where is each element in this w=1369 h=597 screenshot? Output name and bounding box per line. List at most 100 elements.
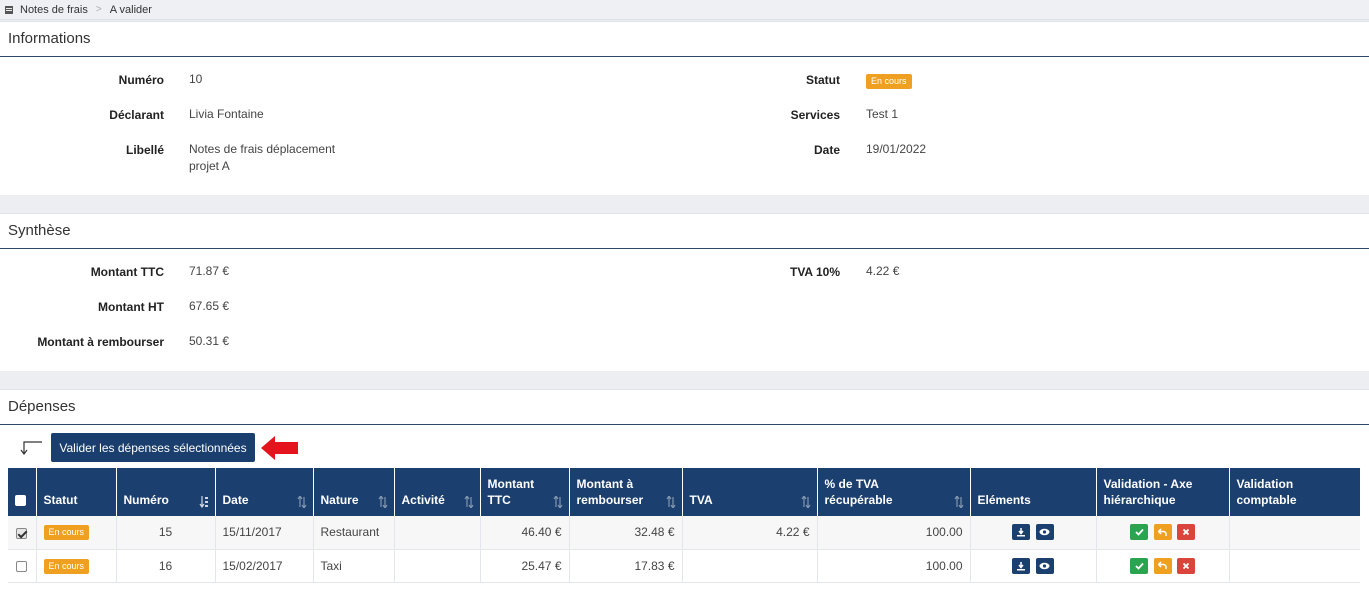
col-activite-label: Activité xyxy=(401,493,445,507)
col-nature[interactable]: Nature xyxy=(313,468,395,516)
download-icon[interactable] xyxy=(1012,524,1031,541)
close-icon[interactable] xyxy=(1176,524,1195,541)
red-arrow-icon xyxy=(261,436,298,460)
row-ttc: 46.40 € xyxy=(480,516,570,550)
declarant-label: Déclarant xyxy=(109,108,164,122)
col-remb-line2: rembourser xyxy=(576,493,644,507)
breadcrumb-item-current: A valider xyxy=(109,3,152,16)
row-rembourser: 32.48 € xyxy=(569,516,683,550)
declarant-value: Livia Fontaine xyxy=(189,107,264,121)
row-elements xyxy=(970,516,1097,550)
depenses-panel: Dépenses Valider les dépenses sélectionn… xyxy=(0,389,1369,597)
row-statut-cell: En cours xyxy=(36,549,117,583)
status-badge: En cours xyxy=(43,525,90,541)
row-numero: 16 xyxy=(116,549,216,583)
valider-depenses-button[interactable]: Valider les dépenses sélectionnées xyxy=(51,433,255,462)
row-validation-hierarchique xyxy=(1096,549,1230,583)
row-pct: 100.00 xyxy=(817,516,971,550)
col-pct-line1: % de TVA xyxy=(824,477,879,491)
tva-value: 4.22 € xyxy=(866,264,900,278)
undo-icon[interactable] xyxy=(1153,524,1172,541)
row-statut-cell: En cours xyxy=(36,516,117,550)
select-all-header xyxy=(8,468,37,516)
col-validation-hierarchique: Validation - Axe hiérarchique xyxy=(1096,468,1230,516)
col-montant-ttc[interactable]: Montant TTC xyxy=(480,468,570,516)
col-tva[interactable]: TVA xyxy=(682,468,818,516)
libelle-line2: projet A xyxy=(189,159,230,173)
libelle-value: Notes de frais déplacement projet A xyxy=(189,141,335,175)
col-statut: Statut xyxy=(36,468,117,516)
col-activite[interactable]: Activité xyxy=(394,468,481,516)
row-date: 15/02/2017 xyxy=(215,549,314,583)
col-montant-rembourser[interactable]: Montant à rembourser xyxy=(569,468,683,516)
date-label: Date xyxy=(813,143,840,157)
numero-value: 10 xyxy=(189,72,203,86)
table-row: En cours 15 15/11/2017 Restaurant 46.40 … xyxy=(8,516,1360,550)
row-checkbox[interactable] xyxy=(16,560,28,572)
row-validation-hierarchique xyxy=(1096,516,1230,550)
col-date[interactable]: Date xyxy=(215,468,314,516)
col-ttc-line1: Montant xyxy=(487,477,535,491)
services-label: Services xyxy=(790,108,840,122)
row-checkbox[interactable] xyxy=(16,527,28,539)
montant-ttc-value: 71.87 € xyxy=(189,264,230,278)
col-remb-line1: Montant à xyxy=(576,477,634,491)
undo-icon[interactable] xyxy=(1153,557,1172,574)
row-numero: 15 xyxy=(116,516,216,550)
col-vc-line1: Validation xyxy=(1236,477,1294,491)
status-badge: En cours xyxy=(866,74,912,89)
montant-ttc-label: Montant TTC xyxy=(90,265,164,279)
col-pct-line2: récupérable xyxy=(824,493,893,507)
row-validation-comptable xyxy=(1229,549,1360,583)
row-validation-comptable xyxy=(1229,516,1360,550)
breadcrumb-item-notes[interactable]: Notes de frais xyxy=(20,4,88,16)
montant-ht-label: Montant HT xyxy=(98,300,164,314)
col-pct-tva[interactable]: % de TVA récupérable xyxy=(817,468,971,516)
breadcrumb: Notes de frais > A valider xyxy=(0,0,1369,20)
col-elements: Eléments xyxy=(970,468,1097,516)
row-nature: Taxi xyxy=(313,549,395,583)
montant-ht-value: 67.65 € xyxy=(189,299,230,313)
montant-rembourser-value: 50.31 € xyxy=(189,334,230,348)
sort-icon xyxy=(954,496,963,508)
sort-icon xyxy=(378,496,387,508)
eye-icon[interactable] xyxy=(1035,524,1054,541)
sort-icon xyxy=(199,496,208,508)
check-icon[interactable] xyxy=(1130,557,1149,574)
sort-icon xyxy=(801,496,810,508)
sort-icon xyxy=(464,496,473,508)
row-ttc: 25.47 € xyxy=(480,549,570,583)
row-activite xyxy=(394,549,481,583)
informations-title: Informations xyxy=(0,22,1369,57)
row-tva: 4.22 € xyxy=(682,516,818,550)
breadcrumb-separator: > xyxy=(95,4,102,15)
sort-icon xyxy=(553,496,562,508)
col-vh-line2: hiérarchique xyxy=(1103,493,1176,507)
montant-rembourser-label: Montant à rembourser xyxy=(37,335,164,349)
check-icon[interactable] xyxy=(1130,524,1149,541)
libelle-label: Libellé xyxy=(125,143,164,157)
sort-icon xyxy=(666,496,675,508)
col-numero[interactable]: Numéro xyxy=(116,468,216,516)
table-row: En cours 16 15/02/2017 Taxi 25.47 € 17.8… xyxy=(8,549,1360,583)
date-value: 19/01/2022 xyxy=(866,142,927,156)
download-icon[interactable] xyxy=(1012,557,1031,574)
depenses-table: Statut Numéro Date Nature Activité Monta… xyxy=(8,468,1360,583)
row-select-cell xyxy=(8,516,37,550)
row-nature: Restaurant xyxy=(313,516,395,550)
statut-label: Statut xyxy=(806,73,840,87)
synthese-panel: Synthèse Montant TTC 71.87 € Montant HT … xyxy=(0,213,1369,371)
close-icon[interactable] xyxy=(1176,557,1195,574)
select-all-checkbox[interactable] xyxy=(15,495,26,507)
home-icon[interactable] xyxy=(4,5,14,15)
row-activite xyxy=(394,516,481,550)
row-rembourser: 17.83 € xyxy=(569,549,683,583)
row-elements xyxy=(970,549,1097,583)
col-numero-label: Numéro xyxy=(123,493,169,507)
informations-panel: Informations Numéro 10 Déclarant Livia F… xyxy=(0,21,1369,195)
col-vh-line1: Validation - Axe xyxy=(1103,477,1193,491)
col-validation-comptable: Validation comptable xyxy=(1229,468,1360,516)
services-value: Test 1 xyxy=(866,107,899,121)
eye-icon[interactable] xyxy=(1035,557,1054,574)
numero-label: Numéro xyxy=(118,73,164,87)
